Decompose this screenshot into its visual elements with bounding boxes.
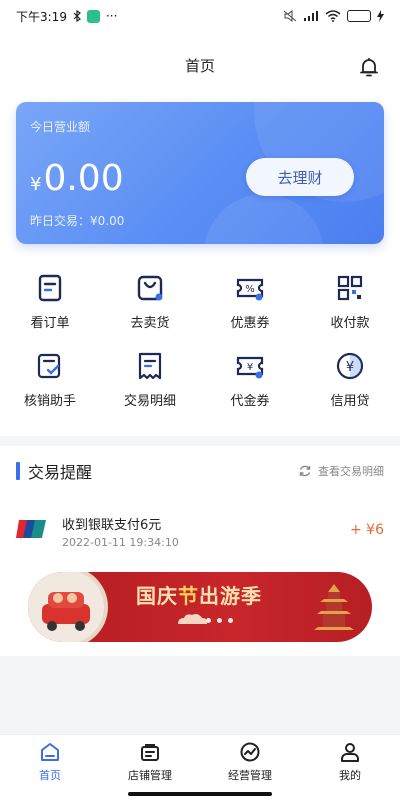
nav-label: 店铺管理: [128, 769, 172, 782]
nav-profile[interactable]: 我的: [300, 735, 400, 800]
grid-label: 核销助手: [23, 394, 76, 409]
voucher-icon: ¥: [236, 356, 264, 379]
nav-business[interactable]: 经营管理: [200, 735, 300, 800]
finance-button[interactable]: 去理财: [246, 158, 354, 196]
transaction-desc: 收到银联支付6元: [62, 518, 162, 533]
revenue-label: 今日营业额: [30, 120, 91, 134]
cloud-decoration-icon: [178, 614, 208, 624]
grid-label: 信用贷: [330, 394, 370, 409]
transaction-time: 2022-01-11 19:34:10: [62, 536, 179, 549]
bluetooth-icon: [73, 10, 81, 22]
grid-item-verify[interactable]: 核销助手: [0, 348, 100, 428]
receipt-icon: [138, 352, 162, 380]
revenue-amount: ¥ 0.00: [30, 158, 124, 199]
promo-banner[interactable]: 国庆节出游季: [28, 572, 372, 642]
qr-code-icon: [337, 275, 363, 301]
list-item[interactable]: 收到银联支付6元 2022-01-11 19:34:10 + ¥6: [16, 508, 384, 556]
grid-item-coupon[interactable]: % 优惠券: [200, 270, 300, 348]
refresh-icon: [299, 465, 311, 477]
nav-label: 首页: [39, 769, 61, 782]
mute-icon: [283, 10, 297, 22]
section-title: 交易提醒: [28, 463, 93, 482]
home-icon: [41, 743, 59, 761]
charging-icon: [377, 10, 384, 22]
view-details-link[interactable]: 查看交易明细: [298, 463, 384, 479]
verify-icon: [37, 353, 61, 379]
revenue-card: 今日营业额 ¥ 0.00 昨日交易：¥0.00 去理财: [16, 102, 384, 244]
shop-bag-icon: [137, 275, 163, 301]
nav-store[interactable]: 店铺管理: [100, 735, 200, 800]
grid-item-voucher[interactable]: ¥ 代金券: [200, 348, 300, 428]
grid-label: 看订单: [30, 316, 70, 331]
nav-label: 我的: [339, 769, 361, 782]
app-notification-icon: [86, 9, 100, 23]
bottom-nav: 首页 店铺管理 经营管理 我的: [0, 734, 400, 800]
revenue-value: 0.00: [43, 158, 124, 199]
banner-area: 国庆节出游季: [0, 564, 400, 656]
bell-icon[interactable]: [358, 56, 380, 78]
currency-symbol: ¥: [30, 174, 42, 195]
grid-label: 去卖货: [130, 316, 170, 331]
view-details-label: 查看交易明细: [318, 465, 384, 478]
family-car-illustration: [28, 572, 108, 642]
status-more: ···: [105, 9, 118, 23]
wifi-icon: [325, 10, 341, 22]
pagoda-illustration: [314, 584, 354, 630]
unionpay-icon: [16, 520, 46, 538]
banner-title: 国庆节出游季: [136, 584, 262, 608]
status-bar: 下午3:19 ··· 100: [0, 0, 400, 32]
grid-label: 优惠券: [230, 316, 270, 331]
signal-icon: [304, 11, 318, 21]
carousel-dots: [206, 618, 233, 623]
grid-item-sell[interactable]: 去卖货: [100, 270, 200, 348]
grid-item-details[interactable]: 交易明细: [100, 348, 200, 428]
svg-text:¥: ¥: [247, 362, 253, 373]
status-time: 下午3:19: [16, 9, 67, 24]
yesterday-transactions: 昨日交易：¥0.00: [30, 214, 125, 228]
grid-label: 交易明细: [123, 394, 176, 409]
coupon-icon: %: [236, 278, 264, 301]
page-title: 首页: [184, 56, 215, 75]
trend-icon: [240, 742, 260, 762]
grid-item-orders[interactable]: 看订单: [0, 270, 100, 348]
grid-label: 收付款: [330, 316, 370, 331]
grid-item-loan[interactable]: ¥ 信用贷: [300, 348, 400, 428]
section-accent-bar: [16, 462, 20, 480]
store-icon: [141, 744, 159, 761]
svg-text:%: %: [245, 284, 255, 295]
battery-icon: 100: [347, 10, 371, 22]
order-icon: [38, 274, 62, 302]
nav-label: 经营管理: [228, 769, 272, 782]
grid-item-payment[interactable]: 收付款: [300, 270, 400, 348]
header: 首页: [0, 32, 400, 98]
grid-label: 代金券: [230, 394, 270, 409]
transaction-reminders: 交易提醒 查看交易明细 收到银联支付6元 2022-01-11 19:34:10…: [0, 446, 400, 564]
user-icon: [341, 743, 359, 762]
transaction-amount: + ¥6: [350, 522, 384, 538]
nav-home[interactable]: 首页: [0, 735, 100, 800]
feature-grid: 看订单 去卖货 % 优惠券 收付款 核销助手 交易明细 ¥ 代金券 ¥ 信用贷: [0, 260, 400, 436]
svg-text:¥: ¥: [346, 360, 354, 375]
section-header: 交易提醒 查看交易明细: [16, 460, 384, 482]
loan-icon: ¥: [336, 352, 364, 380]
home-indicator: [128, 792, 272, 796]
